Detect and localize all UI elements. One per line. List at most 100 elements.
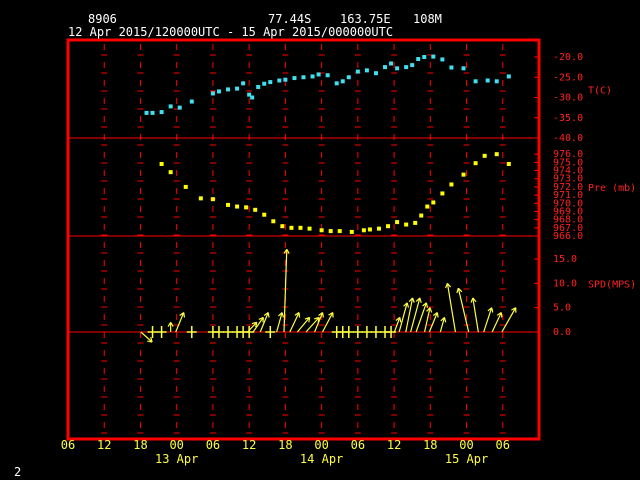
wind-arrow-head xyxy=(425,302,428,308)
wind-arrow-head xyxy=(429,307,433,313)
pressure-point xyxy=(280,224,285,229)
time-tick-label: 12 xyxy=(97,438,111,452)
temperature-point xyxy=(210,91,215,96)
wind-arrow xyxy=(501,307,517,333)
temperature-point xyxy=(422,55,427,59)
time-tick-label: 06 xyxy=(496,438,510,452)
pressure-series xyxy=(159,152,511,234)
date-label: 14 Apr xyxy=(300,452,343,466)
pressure-point xyxy=(289,225,294,230)
time-tick-label: 06 xyxy=(61,438,75,452)
wind-arrow-head xyxy=(491,307,494,313)
y-tick-label: 966.0 xyxy=(553,231,583,242)
wind-arrow xyxy=(472,297,479,333)
temperature-point xyxy=(506,74,511,79)
time-tick-label: 18 xyxy=(133,438,147,452)
time-tick-label: 12 xyxy=(387,438,401,452)
time-tick-label: 00 xyxy=(459,438,473,452)
pressure-point xyxy=(226,202,231,207)
pressure-point xyxy=(386,224,391,229)
temperature-point xyxy=(189,99,194,104)
wind-arrow-head xyxy=(399,317,402,323)
temperature-point xyxy=(277,78,282,83)
date-label: 13 Apr xyxy=(155,452,198,466)
wind-arrow xyxy=(140,331,153,343)
pressure-point xyxy=(449,182,454,187)
wind-arrow-head xyxy=(470,297,474,303)
wind-arrow-head xyxy=(445,283,448,289)
temperature-point xyxy=(301,75,306,80)
pressure-point xyxy=(253,207,258,212)
temperature-point xyxy=(364,68,369,73)
pressure-point xyxy=(183,184,188,189)
y-tick-label: 15.0 xyxy=(553,254,577,265)
wind-arrow xyxy=(446,283,457,333)
temperature-point xyxy=(355,69,360,74)
pressure-point xyxy=(506,162,511,166)
temperature-point xyxy=(485,78,490,83)
pressure-point xyxy=(473,161,478,166)
time-tick-label: 18 xyxy=(278,438,292,452)
temperature-series xyxy=(144,54,511,115)
temperature-point xyxy=(250,95,255,100)
y-tick-label: -20.0 xyxy=(553,52,583,63)
wind-arrow xyxy=(483,307,493,333)
temperature-point xyxy=(334,81,339,86)
temperature-point xyxy=(262,81,267,86)
pressure-point xyxy=(482,153,487,158)
wind-arrow-head xyxy=(406,302,410,308)
axis-label: T(C) xyxy=(588,85,612,96)
temperature-point xyxy=(416,57,421,62)
y-tick-label: 10.0 xyxy=(553,278,577,289)
meteogram-chart: -20.0 -25.0 -30.0 -35.0 -40.0 T(C) 976.0975.0… xyxy=(61,38,636,466)
pressure-point xyxy=(159,162,164,166)
time-tick-label: 00 xyxy=(314,438,328,452)
temperature-point xyxy=(268,80,273,85)
wind-arrow-head xyxy=(183,312,186,318)
temperature-point xyxy=(316,72,321,77)
pressure-point xyxy=(337,229,342,234)
y-tick-label: 5.0 xyxy=(553,303,571,314)
temperature-point xyxy=(389,61,394,66)
date-label: 15 Apr xyxy=(445,452,488,466)
time-tick-label: 18 xyxy=(423,438,437,452)
temperature-point xyxy=(292,76,297,81)
time-tick-label: 00 xyxy=(169,438,183,452)
temperature-point xyxy=(168,104,173,109)
pressure-point xyxy=(235,204,240,209)
pressure-point xyxy=(367,227,372,232)
pressure-point xyxy=(395,220,400,225)
wind-arrow-head xyxy=(322,312,324,318)
pressure-point xyxy=(271,219,276,224)
temperature-point xyxy=(241,81,246,86)
wind-arrow xyxy=(491,312,502,333)
pressure-point xyxy=(328,229,333,234)
temperature-point xyxy=(383,65,388,70)
temperature-point xyxy=(216,89,221,94)
axis-label: SPD(MPS) xyxy=(588,279,636,290)
temperature-point xyxy=(177,105,182,110)
temperature-point xyxy=(494,79,499,84)
wind-arrow-head xyxy=(456,288,459,294)
wind-arrow xyxy=(289,312,300,333)
time-tick-label: 06 xyxy=(351,438,365,452)
wind-arrow-head xyxy=(436,312,439,318)
temperature-axis: -20.0 -25.0 -30.0 -35.0 -40.0 T(C) xyxy=(534,52,612,144)
wind-arrow-head xyxy=(267,312,270,318)
temperature-point xyxy=(449,65,454,70)
temperature-point xyxy=(431,54,436,59)
y-tick-label: 0.0 xyxy=(553,327,571,338)
temperature-point xyxy=(410,63,415,68)
temperature-point xyxy=(150,110,155,115)
wind-arrow-head xyxy=(419,297,422,303)
temperature-point xyxy=(395,66,400,71)
pressure-point xyxy=(307,226,312,231)
wind-arrow-head xyxy=(298,312,301,318)
temperature-point xyxy=(340,79,345,84)
wind-arrow-head xyxy=(411,297,415,303)
wind-series xyxy=(140,248,517,343)
pressure-point xyxy=(198,196,203,201)
time-tick-label: 12 xyxy=(242,438,256,452)
axis-label: Pre (mb) xyxy=(588,183,636,194)
wind-arrow-head xyxy=(281,312,284,318)
